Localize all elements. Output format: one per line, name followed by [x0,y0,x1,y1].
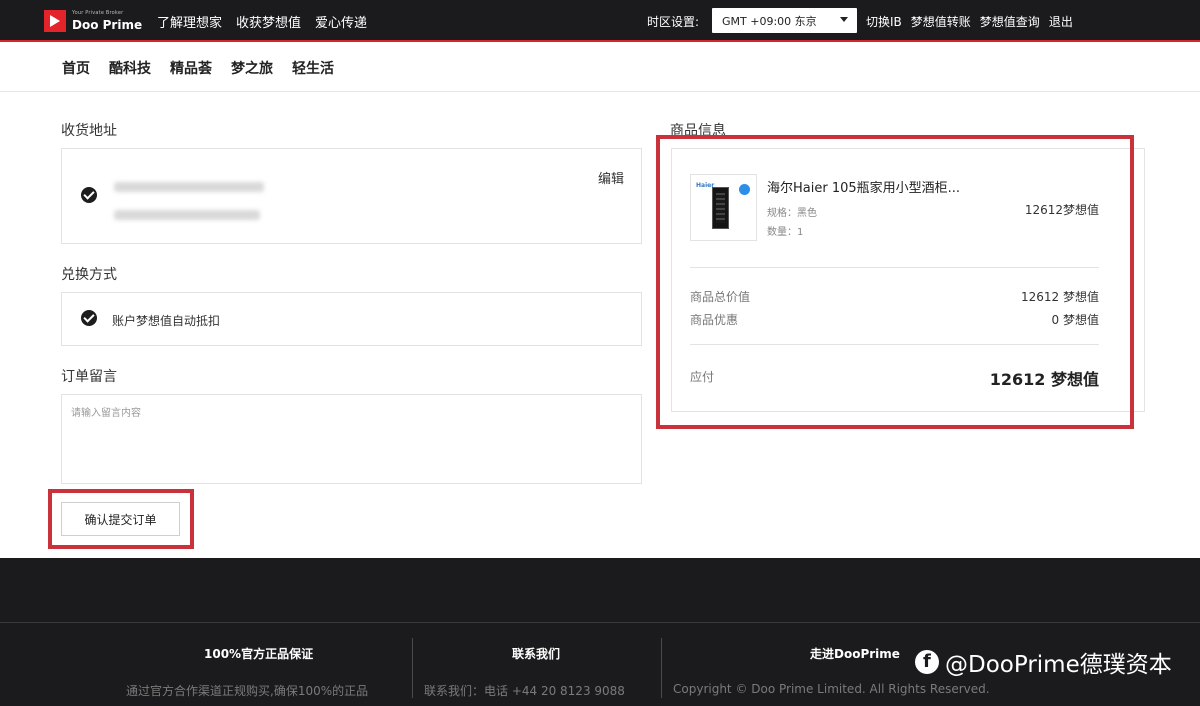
nav-charity[interactable]: 爱心传递 [315,12,367,31]
footer-copyright: Copyright © Doo Prime Limited. All Right… [673,682,990,696]
address-title: 收货地址 [61,123,117,139]
wine-cabinet-icon [712,187,729,229]
exchange-method-text: 账户梦想值自动抵扣 [112,314,221,328]
link-transfer[interactable]: 梦想值转账 [911,13,971,30]
product-price: 12612梦想值 [1024,203,1099,217]
badge-icon [739,184,750,195]
product-spec: 规格：黑色 [767,208,817,219]
caret-down-icon [840,17,848,22]
divider [690,267,1099,268]
logo-name: Doo Prime [72,18,143,32]
exchange-title: 兑换方式 [61,267,117,283]
watermark-text: @DooPrime德璞资本 [945,652,1172,678]
nav-about[interactable]: 了解理想家 [157,12,222,31]
total-label: 商品总价值 [690,290,751,304]
timezone-select[interactable]: GMT +09:00 东京 [712,8,857,33]
footer-contact-text: 联系我们：电话 +44 20 8123 9088 [424,684,625,698]
category-travel[interactable]: 梦之旅 [231,58,273,78]
category-boutique[interactable]: 精品荟 [170,58,212,78]
category-nav: 首页 酷科技 精品荟 梦之旅 轻生活 [0,44,1200,92]
product-quantity: 数量：1 [767,227,804,238]
category-lifestyle[interactable]: 轻生活 [292,58,334,78]
category-tech[interactable]: 酷科技 [109,58,151,78]
product-thumbnail[interactable]: Haier [690,174,757,241]
product-name[interactable]: 海尔Haier 105瓶家用小型酒柜... [767,177,960,196]
footer-about-title[interactable]: 走进DooPrime [810,645,900,662]
divider [690,344,1099,345]
footer-guarantee-title: 100%官方正品保证 [204,647,314,661]
weibo-watermark: @DooPrime德璞资本 [915,645,1172,679]
exchange-method-card[interactable]: 账户梦想值自动抵扣 [61,292,642,346]
total-value: 12612 梦想值 [1021,290,1099,304]
note-title: 订单留言 [61,369,117,385]
account-links: 切换IB 梦想值转账 梦想值查询 退出 [866,0,1073,42]
logo-mark-icon [44,10,66,32]
edit-address-link[interactable]: 编辑 [598,168,624,187]
product-title: 商品信息 [670,123,726,139]
address-card[interactable]: 编辑 [61,148,642,244]
submit-order-button[interactable]: 确认提交订单 [61,502,180,536]
order-note-input[interactable] [61,394,642,484]
footer-guarantee-text: 通过官方合作渠道正规购买,确保100%的正品 [126,684,369,698]
top-nav: 了解理想家 收获梦想值 爱心传递 [157,0,367,42]
footer-divider [0,622,1200,623]
address-line-redacted [114,210,260,220]
pay-value: 12612 梦想值 [989,370,1099,389]
footer-contact-title[interactable]: 联系我们 [512,645,560,662]
nav-earn[interactable]: 收获梦想值 [236,12,301,31]
pay-label: 应付 [690,370,715,384]
link-query[interactable]: 梦想值查询 [980,13,1040,30]
logo-tagline: Your Private Broker [72,10,124,16]
timezone-label: 时区设置: [647,15,700,29]
address-line-redacted [114,182,264,192]
category-home[interactable]: 首页 [62,58,90,78]
link-switch-ib[interactable]: 切换IB [866,13,902,30]
discount-label: 商品优惠 [690,313,739,327]
top-bar: Your Private Broker Doo Prime 了解理想家 收获梦想… [0,0,1200,42]
check-icon [81,310,97,326]
timezone-value: GMT +09:00 东京 [722,15,817,28]
doo-prime-logo[interactable]: Your Private Broker Doo Prime [44,10,143,32]
check-icon [81,187,97,203]
footer-column-divider [412,638,413,698]
footer: 100%官方正品保证 通过官方合作渠道正规购买,确保100%的正品 联系我们 联… [0,558,1200,706]
social-logo-icon [915,650,939,674]
link-logout[interactable]: 退出 [1049,13,1073,30]
discount-value: 0 梦想值 [1051,313,1099,327]
footer-column-divider [661,638,662,698]
